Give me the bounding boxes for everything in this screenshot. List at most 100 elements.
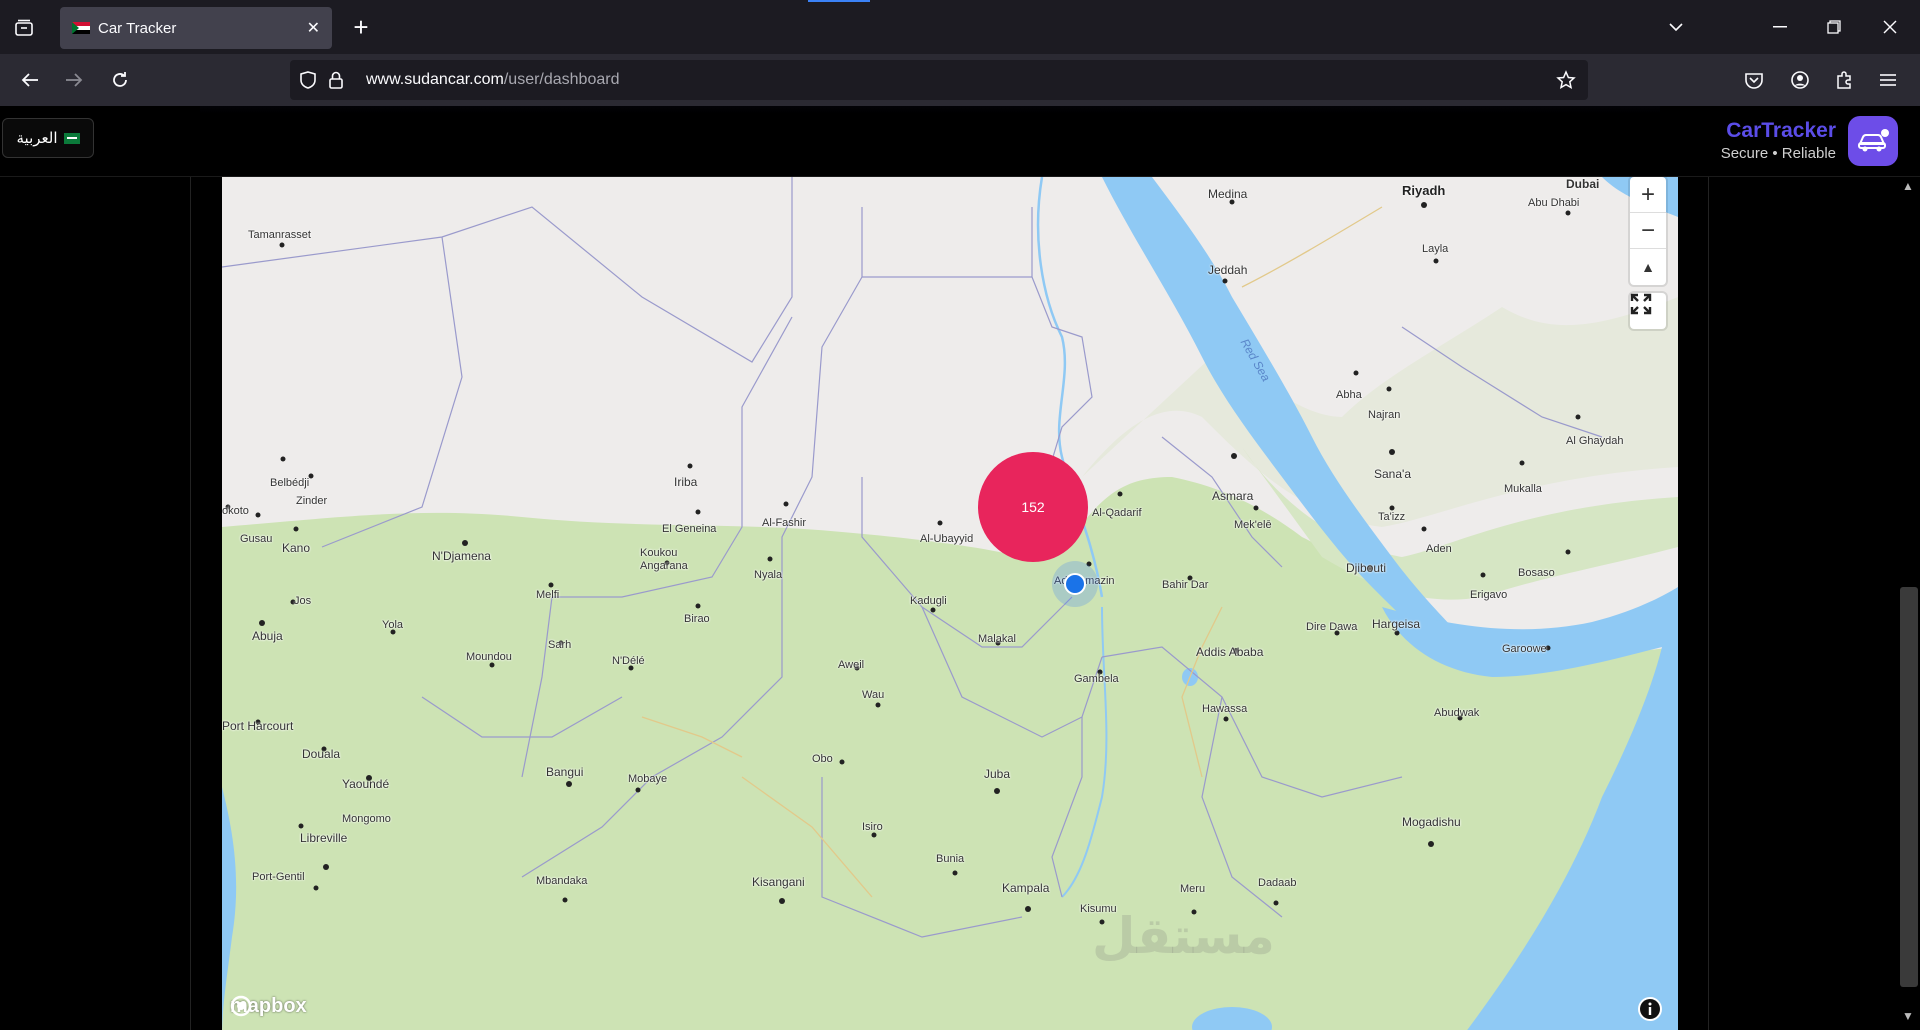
place-label: Aweil (838, 659, 865, 671)
place-label: Garoowe (1502, 643, 1547, 655)
car-logo-icon (1848, 116, 1898, 166)
place-label: Erigavo (1470, 589, 1508, 601)
place-label: Abudwak (1434, 707, 1480, 719)
shield-icon[interactable] (296, 68, 320, 92)
place-label: Tamanrasset (248, 229, 311, 241)
vehicle-cluster-marker[interactable]: 152 (978, 452, 1088, 562)
url-path: /user/dashboard (503, 71, 620, 88)
location-dot (1064, 573, 1086, 595)
place-label: Bahir Dar (1162, 579, 1209, 591)
content-right-border (1708, 177, 1709, 1030)
place-label: Sana'a (1374, 467, 1411, 481)
place-label: Kisangani (752, 875, 805, 889)
new-tab-button[interactable]: + (346, 12, 376, 42)
tab-close-icon[interactable]: ✕ (307, 18, 320, 38)
place-label: Wau (862, 689, 885, 701)
place-label: Abha (1336, 389, 1362, 401)
place-label: Hawassa (1202, 703, 1248, 715)
fullscreen-icon (1630, 293, 1652, 315)
place-label: Jos (294, 595, 312, 607)
scrollbar-thumb[interactable] (1900, 587, 1918, 987)
place-label: Mongomo (342, 813, 391, 825)
zoom-out-button[interactable]: − (1630, 213, 1666, 249)
browser-tab-bar: Car Tracker ✕ + (0, 0, 1920, 54)
place-label: Yaoundé (342, 777, 390, 791)
zoom-in-button[interactable]: + (1630, 177, 1666, 213)
place-label: Meru (1180, 883, 1206, 895)
tab-list-icon[interactable] (10, 14, 38, 42)
forward-icon[interactable] (58, 66, 90, 94)
place-label: Bosaso (1518, 567, 1555, 579)
map-base (222, 177, 1678, 1030)
account-icon[interactable] (1786, 66, 1814, 94)
minimize-icon[interactable] (1760, 12, 1800, 42)
place-label: Obo (812, 753, 833, 765)
tab-title: Car Tracker (98, 19, 177, 37)
mapbox-icon (230, 995, 252, 1017)
brand-name: CarTracker (1726, 119, 1836, 142)
list-all-tabs-chevron-icon[interactable] (1656, 12, 1696, 42)
place-label: Ta'izz (1378, 511, 1406, 523)
place-label: Kampala (1002, 881, 1050, 895)
menu-icon[interactable] (1874, 66, 1902, 94)
attribution-info-icon[interactable] (1638, 997, 1662, 1021)
place-label: Port Harcourt (222, 719, 294, 733)
place-label: Mobaye (628, 773, 668, 785)
page-scrollbar[interactable]: ▲ ▼ (1898, 177, 1920, 1030)
place-label: Gambela (1074, 673, 1119, 685)
url-host: www.sudancar.com (366, 71, 504, 88)
place-label: Zinder (296, 495, 328, 507)
place-label: Djibouti (1346, 561, 1387, 575)
place-label: Al-Fashir (762, 517, 807, 529)
place-label: Port-Gentil (252, 871, 305, 883)
place-label: Riyadh (1402, 183, 1446, 198)
place-label: Al-Qadarif (1092, 507, 1142, 519)
place-label: Iriba (674, 475, 698, 489)
place-label: Layla (1422, 243, 1449, 255)
place-label: Douala (302, 747, 341, 761)
compass-button[interactable]: ▲ (1630, 249, 1666, 285)
url-text[interactable]: www.sudancar.com/user/dashboard (366, 71, 619, 89)
map-navigation-control: + − ▲ (1630, 177, 1666, 285)
scroll-down-icon[interactable]: ▼ (1902, 1009, 1914, 1023)
place-label: Mbandaka (536, 875, 588, 887)
current-location-marker[interactable] (1052, 561, 1098, 607)
place-label: Hargeisa (1372, 617, 1421, 631)
place-label: Koukou Angarana (640, 547, 688, 572)
place-label: Mek'elē (1234, 519, 1272, 531)
url-bar[interactable]: www.sudancar.com/user/dashboard (290, 60, 1588, 100)
window-close-icon[interactable] (1870, 12, 1910, 42)
tab-bar-accent (808, 0, 870, 2)
tracking-map[interactable]: Medina Riyadh Dubai Abu Dhabi Tamanrasse… (222, 177, 1678, 1030)
place-label: Sarh (548, 639, 572, 651)
place-label: N'Djamena (432, 549, 491, 563)
place-label: Moundou (466, 651, 512, 663)
place-label: Malakal (978, 633, 1016, 645)
place-label: Belbédji (270, 477, 310, 489)
pocket-icon[interactable] (1740, 66, 1768, 94)
place-label: Kano (282, 541, 311, 555)
mapbox-logo[interactable]: mapbox (230, 995, 307, 1018)
scroll-up-icon[interactable]: ▲ (1902, 179, 1914, 193)
browser-nav-bar: www.sudancar.com/user/dashboard (0, 54, 1920, 106)
tab-car-tracker[interactable]: Car Tracker ✕ (60, 7, 332, 49)
place-label: Abuja (252, 629, 283, 643)
place-label: Gusau (240, 533, 273, 545)
bookmark-star-icon[interactable] (1554, 68, 1578, 92)
place-label: Dadaab (1258, 877, 1297, 889)
extensions-icon[interactable] (1830, 66, 1858, 94)
back-icon[interactable] (14, 66, 46, 94)
language-switch-button[interactable]: العربية (2, 118, 94, 158)
lock-icon[interactable] (324, 68, 348, 92)
watermark: مستقل (1092, 908, 1275, 964)
place-label: Dubai (1566, 177, 1600, 191)
place-label: Abu Dhabi (1528, 197, 1580, 209)
brand-tagline: Secure • Reliable (1720, 145, 1836, 162)
place-label: Juba (984, 767, 1011, 781)
content-left-border (190, 177, 191, 1030)
language-label: العربية (16, 130, 58, 147)
reload-icon[interactable] (104, 66, 136, 94)
place-label: Isiro (862, 821, 883, 833)
fullscreen-button[interactable] (1630, 293, 1666, 329)
restore-icon[interactable] (1814, 12, 1854, 42)
